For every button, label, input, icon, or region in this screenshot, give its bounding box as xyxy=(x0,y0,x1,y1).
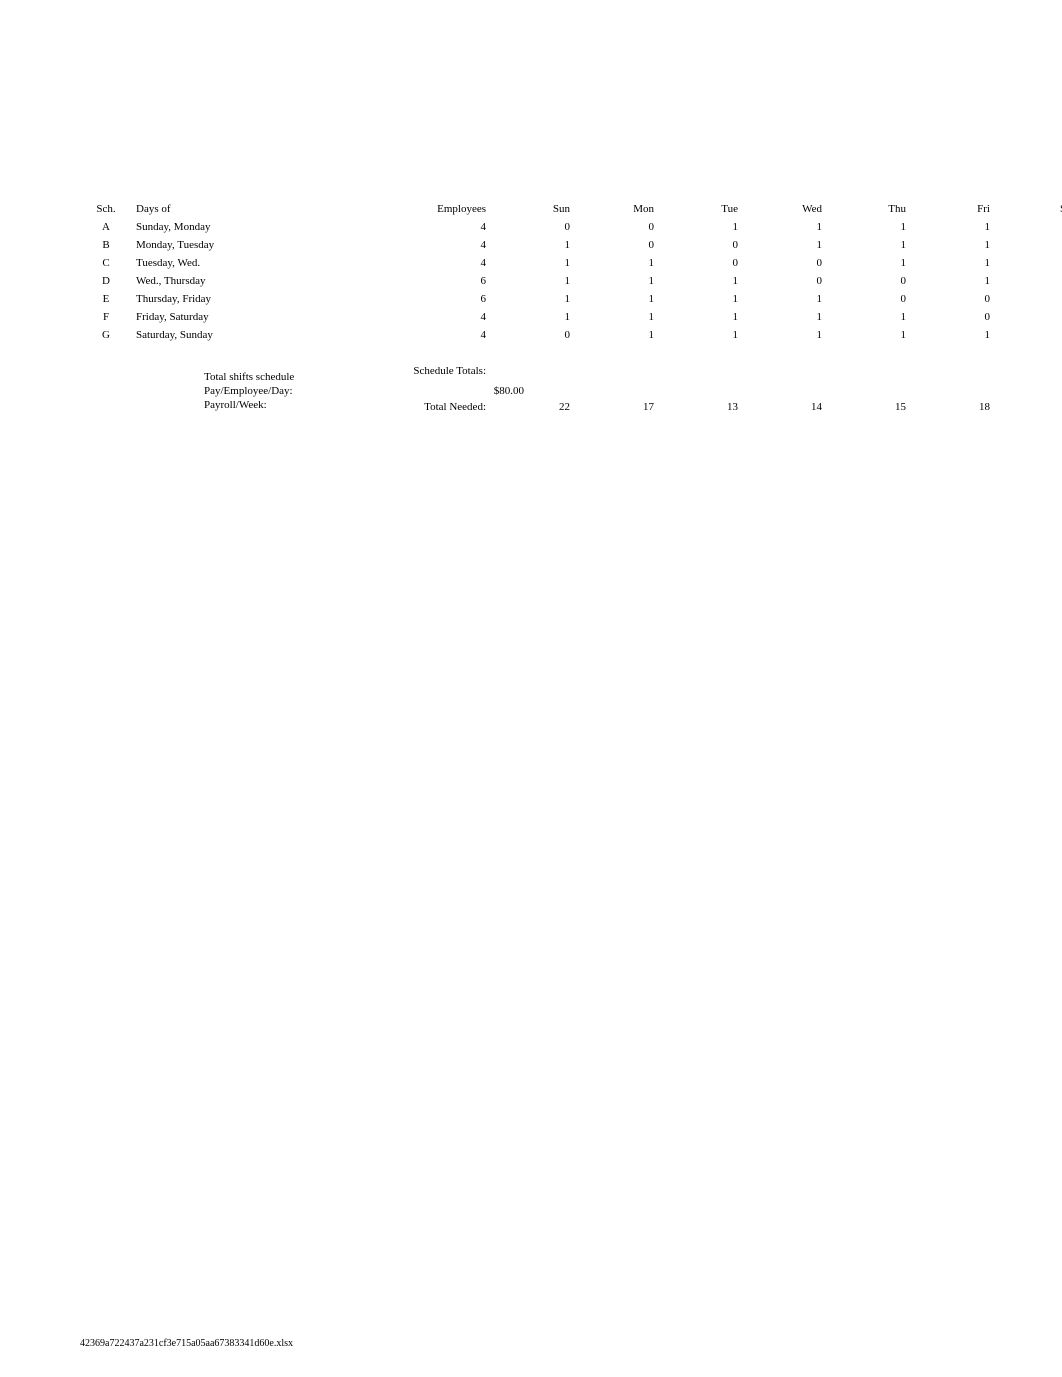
cell-day: 1 xyxy=(826,308,910,326)
cell-day: 0 xyxy=(994,308,1062,326)
table-row: GSaturday, Sunday40111110 xyxy=(80,326,1062,344)
total-needed-fri: 18 xyxy=(910,398,994,416)
cell-employees: 4 xyxy=(330,218,490,236)
header-sch: Sch. xyxy=(80,200,132,218)
header-fri: Fri xyxy=(910,200,994,218)
cell-day: 1 xyxy=(994,290,1062,308)
cell-day: 0 xyxy=(658,236,742,254)
cell-day: 1 xyxy=(742,218,826,236)
table-row: EThursday, Friday61111001 xyxy=(80,290,1062,308)
cell-day: 0 xyxy=(994,326,1062,344)
cell-day: 1 xyxy=(658,290,742,308)
cell-day: 1 xyxy=(742,290,826,308)
cell-day: 1 xyxy=(910,236,994,254)
cell-day: 0 xyxy=(742,254,826,272)
cell-day: 0 xyxy=(574,218,658,236)
header-wed: Wed xyxy=(742,200,826,218)
cell-day: 1 xyxy=(574,290,658,308)
footer-block: Total shifts schedule Pay/Employee/Day: … xyxy=(204,370,604,412)
table-row: FFriday, Saturday41111100 xyxy=(80,308,1062,326)
cell-day: 0 xyxy=(490,326,574,344)
cell-day: 0 xyxy=(658,254,742,272)
total-needed-sat: 24 xyxy=(994,398,1062,416)
cell-day: 1 xyxy=(994,272,1062,290)
cell-day: 1 xyxy=(994,254,1062,272)
cell-days: Monday, Tuesday xyxy=(132,236,330,254)
total-needed-tue: 13 xyxy=(658,398,742,416)
cell-employees: 4 xyxy=(330,254,490,272)
cell-day: 1 xyxy=(574,326,658,344)
cell-day: 1 xyxy=(574,254,658,272)
cell-sch: A xyxy=(80,218,132,236)
cell-day: 1 xyxy=(490,272,574,290)
cell-day: 1 xyxy=(910,326,994,344)
header-row: Sch. Days of Employees Sun Mon Tue Wed T… xyxy=(80,200,1062,218)
cell-day: 0 xyxy=(826,290,910,308)
cell-day: 1 xyxy=(490,254,574,272)
cell-day: 0 xyxy=(490,218,574,236)
cell-day: 1 xyxy=(574,272,658,290)
cell-days: Friday, Saturday xyxy=(132,308,330,326)
cell-day: 0 xyxy=(910,308,994,326)
cell-day: 1 xyxy=(742,308,826,326)
cell-day: 1 xyxy=(910,218,994,236)
cell-day: 1 xyxy=(658,326,742,344)
cell-sch: E xyxy=(80,290,132,308)
payroll-week-label: Payroll/Week: xyxy=(204,399,404,411)
cell-sch: F xyxy=(80,308,132,326)
cell-day: 1 xyxy=(742,326,826,344)
cell-day: 1 xyxy=(994,236,1062,254)
cell-employees: 4 xyxy=(330,326,490,344)
table-row: CTuesday, Wed.41100111 xyxy=(80,254,1062,272)
cell-sch: C xyxy=(80,254,132,272)
cell-day: 1 xyxy=(742,236,826,254)
header-sat: Sat xyxy=(994,200,1062,218)
cell-day: 1 xyxy=(490,290,574,308)
cell-day: 1 xyxy=(826,254,910,272)
cell-sch: D xyxy=(80,272,132,290)
total-needed-wed: 14 xyxy=(742,398,826,416)
cell-days: Sunday, Monday xyxy=(132,218,330,236)
header-sun: Sun xyxy=(490,200,574,218)
cell-day: 1 xyxy=(826,236,910,254)
total-needed-thu: 15 xyxy=(826,398,910,416)
cell-day: 1 xyxy=(910,272,994,290)
table-row: DWed., Thursday61110011 xyxy=(80,272,1062,290)
filename-text: 42369a722437a231cf3e715a05aa67383341d60e… xyxy=(80,1338,293,1349)
cell-day: 1 xyxy=(490,308,574,326)
cell-day: 1 xyxy=(658,218,742,236)
cell-days: Saturday, Sunday xyxy=(132,326,330,344)
cell-day: 1 xyxy=(658,308,742,326)
cell-sch: G xyxy=(80,326,132,344)
header-days: Days of xyxy=(132,200,330,218)
header-thu: Thu xyxy=(826,200,910,218)
cell-employees: 4 xyxy=(330,308,490,326)
cell-day: 1 xyxy=(826,218,910,236)
cell-day: 1 xyxy=(910,254,994,272)
cell-day: 0 xyxy=(910,290,994,308)
header-employees: Employees xyxy=(330,200,490,218)
cell-employees: 4 xyxy=(330,236,490,254)
cell-day: 1 xyxy=(826,326,910,344)
cell-day: 0 xyxy=(826,272,910,290)
cell-day: 1 xyxy=(994,218,1062,236)
cell-day: 1 xyxy=(658,272,742,290)
cell-days: Wed., Thursday xyxy=(132,272,330,290)
total-shifts-label: Total shifts schedule xyxy=(204,371,404,383)
cell-day: 1 xyxy=(574,308,658,326)
cell-employees: 6 xyxy=(330,290,490,308)
cell-day: 1 xyxy=(490,236,574,254)
cell-days: Thursday, Friday xyxy=(132,290,330,308)
cell-day: 0 xyxy=(742,272,826,290)
header-mon: Mon xyxy=(574,200,658,218)
cell-day: 0 xyxy=(574,236,658,254)
cell-sch: B xyxy=(80,236,132,254)
header-tue: Tue xyxy=(658,200,742,218)
table-row: ASunday, Monday40011111 xyxy=(80,218,1062,236)
table-row: BMonday, Tuesday41001111 xyxy=(80,236,1062,254)
cell-employees: 6 xyxy=(330,272,490,290)
cell-days: Tuesday, Wed. xyxy=(132,254,330,272)
pay-per-employee-value: $80.00 xyxy=(404,385,524,397)
pay-per-employee-label: Pay/Employee/Day: xyxy=(204,385,404,397)
